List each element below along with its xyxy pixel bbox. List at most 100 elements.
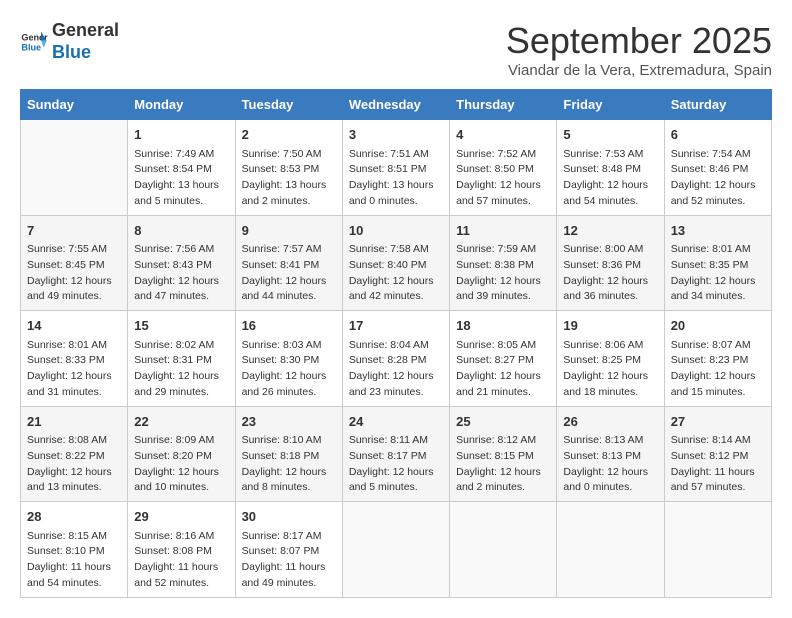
calendar-cell: 3Sunrise: 7:51 AM Sunset: 8:51 PM Daylig… bbox=[342, 120, 449, 216]
calendar-week-row: 1Sunrise: 7:49 AM Sunset: 8:54 PM Daylig… bbox=[21, 120, 772, 216]
calendar-cell: 2Sunrise: 7:50 AM Sunset: 8:53 PM Daylig… bbox=[235, 120, 342, 216]
day-info: Sunrise: 8:13 AM Sunset: 8:13 PM Dayligh… bbox=[563, 433, 657, 496]
day-info: Sunrise: 8:10 AM Sunset: 8:18 PM Dayligh… bbox=[242, 433, 336, 496]
day-number: 17 bbox=[349, 316, 443, 336]
calendar-cell bbox=[342, 502, 449, 598]
calendar-cell: 22Sunrise: 8:09 AM Sunset: 8:20 PM Dayli… bbox=[128, 406, 235, 502]
calendar-cell: 24Sunrise: 8:11 AM Sunset: 8:17 PM Dayli… bbox=[342, 406, 449, 502]
calendar-cell: 21Sunrise: 8:08 AM Sunset: 8:22 PM Dayli… bbox=[21, 406, 128, 502]
calendar-cell: 14Sunrise: 8:01 AM Sunset: 8:33 PM Dayli… bbox=[21, 311, 128, 407]
day-info: Sunrise: 7:53 AM Sunset: 8:48 PM Dayligh… bbox=[563, 147, 657, 210]
calendar-cell: 23Sunrise: 8:10 AM Sunset: 8:18 PM Dayli… bbox=[235, 406, 342, 502]
day-number: 30 bbox=[242, 507, 336, 527]
day-number: 21 bbox=[27, 412, 121, 432]
column-header-wednesday: Wednesday bbox=[342, 90, 449, 120]
day-info: Sunrise: 8:00 AM Sunset: 8:36 PM Dayligh… bbox=[563, 242, 657, 305]
column-header-tuesday: Tuesday bbox=[235, 90, 342, 120]
calendar-cell bbox=[557, 502, 664, 598]
calendar-week-row: 28Sunrise: 8:15 AM Sunset: 8:10 PM Dayli… bbox=[21, 502, 772, 598]
day-number: 18 bbox=[456, 316, 550, 336]
column-header-saturday: Saturday bbox=[664, 90, 771, 120]
day-number: 4 bbox=[456, 125, 550, 145]
day-info: Sunrise: 8:01 AM Sunset: 8:33 PM Dayligh… bbox=[27, 338, 121, 401]
day-number: 16 bbox=[242, 316, 336, 336]
day-number: 9 bbox=[242, 221, 336, 241]
day-info: Sunrise: 8:09 AM Sunset: 8:20 PM Dayligh… bbox=[134, 433, 228, 496]
calendar-week-row: 7Sunrise: 7:55 AM Sunset: 8:45 PM Daylig… bbox=[21, 215, 772, 311]
calendar-cell: 20Sunrise: 8:07 AM Sunset: 8:23 PM Dayli… bbox=[664, 311, 771, 407]
day-info: Sunrise: 8:04 AM Sunset: 8:28 PM Dayligh… bbox=[349, 338, 443, 401]
day-number: 3 bbox=[349, 125, 443, 145]
day-number: 10 bbox=[349, 221, 443, 241]
calendar-cell: 19Sunrise: 8:06 AM Sunset: 8:25 PM Dayli… bbox=[557, 311, 664, 407]
day-number: 29 bbox=[134, 507, 228, 527]
logo-text-general: General bbox=[52, 20, 119, 42]
calendar-cell: 16Sunrise: 8:03 AM Sunset: 8:30 PM Dayli… bbox=[235, 311, 342, 407]
calendar-cell: 26Sunrise: 8:13 AM Sunset: 8:13 PM Dayli… bbox=[557, 406, 664, 502]
calendar-week-row: 21Sunrise: 8:08 AM Sunset: 8:22 PM Dayli… bbox=[21, 406, 772, 502]
day-number: 2 bbox=[242, 125, 336, 145]
calendar-header-row: SundayMondayTuesdayWednesdayThursdayFrid… bbox=[21, 90, 772, 120]
day-info: Sunrise: 7:49 AM Sunset: 8:54 PM Dayligh… bbox=[134, 147, 228, 210]
day-info: Sunrise: 8:03 AM Sunset: 8:30 PM Dayligh… bbox=[242, 338, 336, 401]
day-number: 8 bbox=[134, 221, 228, 241]
calendar-cell: 12Sunrise: 8:00 AM Sunset: 8:36 PM Dayli… bbox=[557, 215, 664, 311]
day-info: Sunrise: 8:08 AM Sunset: 8:22 PM Dayligh… bbox=[27, 433, 121, 496]
calendar-cell: 25Sunrise: 8:12 AM Sunset: 8:15 PM Dayli… bbox=[450, 406, 557, 502]
day-info: Sunrise: 8:05 AM Sunset: 8:27 PM Dayligh… bbox=[456, 338, 550, 401]
calendar-cell: 6Sunrise: 7:54 AM Sunset: 8:46 PM Daylig… bbox=[664, 120, 771, 216]
column-header-thursday: Thursday bbox=[450, 90, 557, 120]
day-number: 11 bbox=[456, 221, 550, 241]
day-number: 28 bbox=[27, 507, 121, 527]
day-number: 24 bbox=[349, 412, 443, 432]
logo-text-blue: Blue bbox=[52, 42, 119, 64]
day-number: 12 bbox=[563, 221, 657, 241]
calendar-cell: 8Sunrise: 7:56 AM Sunset: 8:43 PM Daylig… bbox=[128, 215, 235, 311]
calendar-cell: 17Sunrise: 8:04 AM Sunset: 8:28 PM Dayli… bbox=[342, 311, 449, 407]
calendar-cell: 10Sunrise: 7:58 AM Sunset: 8:40 PM Dayli… bbox=[342, 215, 449, 311]
logo: General Blue General Blue bbox=[20, 20, 119, 63]
day-info: Sunrise: 8:14 AM Sunset: 8:12 PM Dayligh… bbox=[671, 433, 765, 496]
page-header: General Blue General Blue September 2025… bbox=[20, 20, 772, 79]
location: Viandar de la Vera, Extremadura, Spain bbox=[506, 62, 772, 79]
title-block: September 2025 Viandar de la Vera, Extre… bbox=[506, 20, 772, 79]
calendar-cell bbox=[664, 502, 771, 598]
day-info: Sunrise: 7:57 AM Sunset: 8:41 PM Dayligh… bbox=[242, 242, 336, 305]
day-info: Sunrise: 7:50 AM Sunset: 8:53 PM Dayligh… bbox=[242, 147, 336, 210]
calendar-table: SundayMondayTuesdayWednesdayThursdayFrid… bbox=[20, 89, 772, 598]
day-number: 19 bbox=[563, 316, 657, 336]
month-title: September 2025 bbox=[506, 20, 772, 62]
calendar-cell: 15Sunrise: 8:02 AM Sunset: 8:31 PM Dayli… bbox=[128, 311, 235, 407]
day-info: Sunrise: 7:55 AM Sunset: 8:45 PM Dayligh… bbox=[27, 242, 121, 305]
day-number: 15 bbox=[134, 316, 228, 336]
day-number: 7 bbox=[27, 221, 121, 241]
day-number: 25 bbox=[456, 412, 550, 432]
day-number: 22 bbox=[134, 412, 228, 432]
column-header-sunday: Sunday bbox=[21, 90, 128, 120]
day-number: 5 bbox=[563, 125, 657, 145]
calendar-cell: 29Sunrise: 8:16 AM Sunset: 8:08 PM Dayli… bbox=[128, 502, 235, 598]
day-info: Sunrise: 8:02 AM Sunset: 8:31 PM Dayligh… bbox=[134, 338, 228, 401]
calendar-cell: 9Sunrise: 7:57 AM Sunset: 8:41 PM Daylig… bbox=[235, 215, 342, 311]
calendar-cell: 13Sunrise: 8:01 AM Sunset: 8:35 PM Dayli… bbox=[664, 215, 771, 311]
day-info: Sunrise: 8:07 AM Sunset: 8:23 PM Dayligh… bbox=[671, 338, 765, 401]
day-number: 23 bbox=[242, 412, 336, 432]
calendar-cell: 27Sunrise: 8:14 AM Sunset: 8:12 PM Dayli… bbox=[664, 406, 771, 502]
day-info: Sunrise: 8:11 AM Sunset: 8:17 PM Dayligh… bbox=[349, 433, 443, 496]
day-info: Sunrise: 7:54 AM Sunset: 8:46 PM Dayligh… bbox=[671, 147, 765, 210]
day-number: 6 bbox=[671, 125, 765, 145]
day-info: Sunrise: 7:52 AM Sunset: 8:50 PM Dayligh… bbox=[456, 147, 550, 210]
calendar-cell: 1Sunrise: 7:49 AM Sunset: 8:54 PM Daylig… bbox=[128, 120, 235, 216]
calendar-cell: 18Sunrise: 8:05 AM Sunset: 8:27 PM Dayli… bbox=[450, 311, 557, 407]
day-info: Sunrise: 8:16 AM Sunset: 8:08 PM Dayligh… bbox=[134, 529, 228, 592]
calendar-cell: 4Sunrise: 7:52 AM Sunset: 8:50 PM Daylig… bbox=[450, 120, 557, 216]
calendar-cell bbox=[21, 120, 128, 216]
calendar-cell: 11Sunrise: 7:59 AM Sunset: 8:38 PM Dayli… bbox=[450, 215, 557, 311]
day-info: Sunrise: 8:17 AM Sunset: 8:07 PM Dayligh… bbox=[242, 529, 336, 592]
day-info: Sunrise: 7:59 AM Sunset: 8:38 PM Dayligh… bbox=[456, 242, 550, 305]
logo-icon: General Blue bbox=[20, 28, 48, 56]
calendar-cell: 7Sunrise: 7:55 AM Sunset: 8:45 PM Daylig… bbox=[21, 215, 128, 311]
calendar-week-row: 14Sunrise: 8:01 AM Sunset: 8:33 PM Dayli… bbox=[21, 311, 772, 407]
calendar-cell: 28Sunrise: 8:15 AM Sunset: 8:10 PM Dayli… bbox=[21, 502, 128, 598]
calendar-cell: 30Sunrise: 8:17 AM Sunset: 8:07 PM Dayli… bbox=[235, 502, 342, 598]
